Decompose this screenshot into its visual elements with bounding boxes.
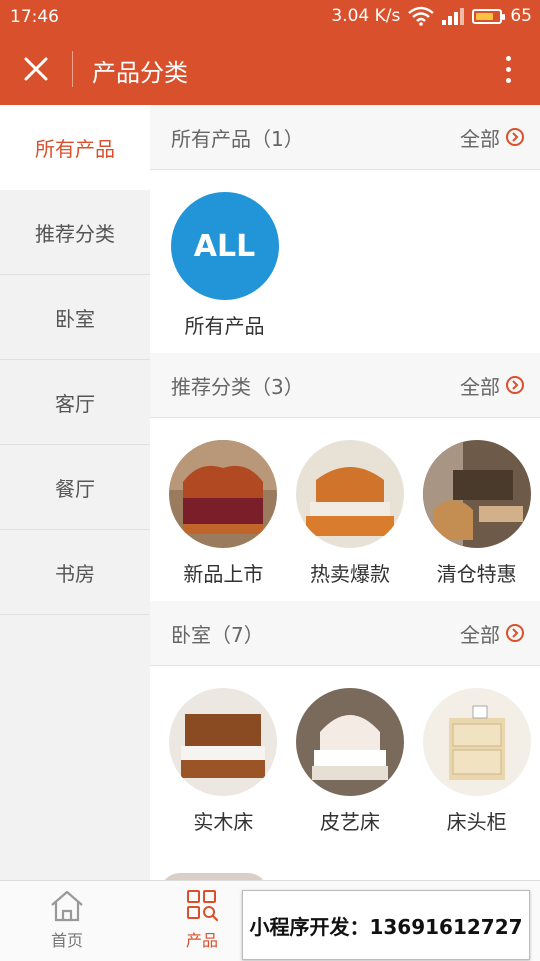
battery-icon	[472, 8, 506, 24]
view-all-link[interactable]: 全部	[460, 371, 524, 400]
category-content[interactable]: 所有产品（1） 全部 ALL 所有产品 推荐分类（3） 全部 新品上市 热卖爆款…	[150, 105, 540, 880]
section-header: 所有产品（1） 全部	[150, 105, 540, 170]
tab-home[interactable]: 首页	[32, 889, 102, 951]
sidebar-item-living-room[interactable]: 客厅	[0, 360, 150, 445]
network-speed: 3.04 K/s	[331, 6, 401, 26]
category-tile[interactable]: 清仓特惠	[413, 440, 540, 601]
chevron-right-circle-icon	[506, 624, 524, 642]
section-title: 所有产品（1）	[171, 126, 304, 151]
more-dot-icon	[505, 77, 511, 83]
bed-photo	[296, 440, 404, 548]
page-title: 产品分类	[92, 59, 188, 87]
status-time: 17:46	[10, 7, 59, 27]
category-tile[interactable]: ALL 所有产品	[160, 192, 289, 353]
furniture-photo	[422, 440, 531, 548]
sidebar-item-all-products[interactable]: 所有产品	[0, 105, 150, 190]
more-dot-icon	[505, 66, 511, 72]
view-all-label: 全部	[460, 126, 500, 151]
category-tile[interactable]: 热卖爆款	[287, 440, 414, 601]
section-items: ALL 所有产品	[150, 170, 540, 353]
section-header: 卧室（7） 全部	[150, 601, 540, 666]
section-items: 实木床 皮艺床 床头柜	[150, 666, 540, 849]
category-tile[interactable]: 新品上市	[160, 440, 287, 601]
title-bar: 产品分类	[0, 33, 540, 105]
bed-photo	[296, 688, 404, 796]
view-all-label: 全部	[460, 374, 500, 399]
sidebar-item-recommended[interactable]: 推荐分类	[0, 190, 150, 275]
battery-level: 65	[510, 6, 532, 26]
grid-search-icon	[187, 890, 219, 922]
category-label: 清仓特惠	[436, 562, 517, 586]
all-products-badge: ALL	[170, 192, 279, 300]
tab-label: 产品	[185, 931, 218, 950]
more-dot-icon	[505, 55, 511, 61]
close-button[interactable]	[18, 51, 54, 87]
section-header: 推荐分类（3） 全部	[150, 353, 540, 418]
tab-label: 首页	[50, 931, 83, 950]
chevron-right-circle-icon	[506, 376, 524, 394]
bed-photo	[169, 688, 278, 796]
status-bar: 17:46 3.04 K/s 65	[0, 0, 540, 33]
nightstand-photo	[422, 688, 531, 796]
category-label: 新品上市	[183, 562, 264, 586]
promo-banner: 小程序开发：13691612727	[242, 890, 530, 960]
signal-icon	[442, 7, 465, 25]
bed-photo	[169, 440, 278, 548]
more-menu-button[interactable]	[496, 51, 520, 87]
category-tile[interactable]: 皮艺床	[287, 688, 414, 849]
view-all-label: 全部	[460, 622, 500, 647]
wifi-icon	[408, 6, 435, 26]
sidebar-item-study[interactable]: 书房	[0, 530, 150, 615]
section-title: 推荐分类（3）	[171, 374, 304, 399]
sidebar-item-dining-room[interactable]: 餐厅	[0, 445, 150, 530]
home-icon	[51, 890, 83, 922]
chevron-right-circle-icon	[506, 128, 524, 146]
category-label: 实木床	[193, 810, 254, 834]
section-title: 卧室（7）	[171, 622, 264, 647]
category-tile[interactable]: 实木床	[160, 688, 287, 849]
category-tile[interactable]: 床头柜	[413, 688, 540, 849]
tab-products[interactable]: 产品	[167, 889, 237, 951]
category-label: 皮艺床	[320, 810, 380, 834]
view-all-link[interactable]: 全部	[460, 619, 524, 648]
category-label: 所有产品	[184, 314, 265, 338]
category-label: 热卖爆款	[310, 562, 390, 586]
category-sidebar: 所有产品 推荐分类 卧室 客厅 餐厅 书房	[0, 105, 150, 880]
view-all-link[interactable]: 全部	[460, 123, 524, 152]
sidebar-item-bedroom[interactable]: 卧室	[0, 275, 150, 360]
title-divider	[72, 51, 73, 87]
close-icon	[24, 57, 48, 81]
section-items: 新品上市 热卖爆款 清仓特惠	[150, 418, 540, 601]
category-label: 床头柜	[446, 810, 507, 834]
